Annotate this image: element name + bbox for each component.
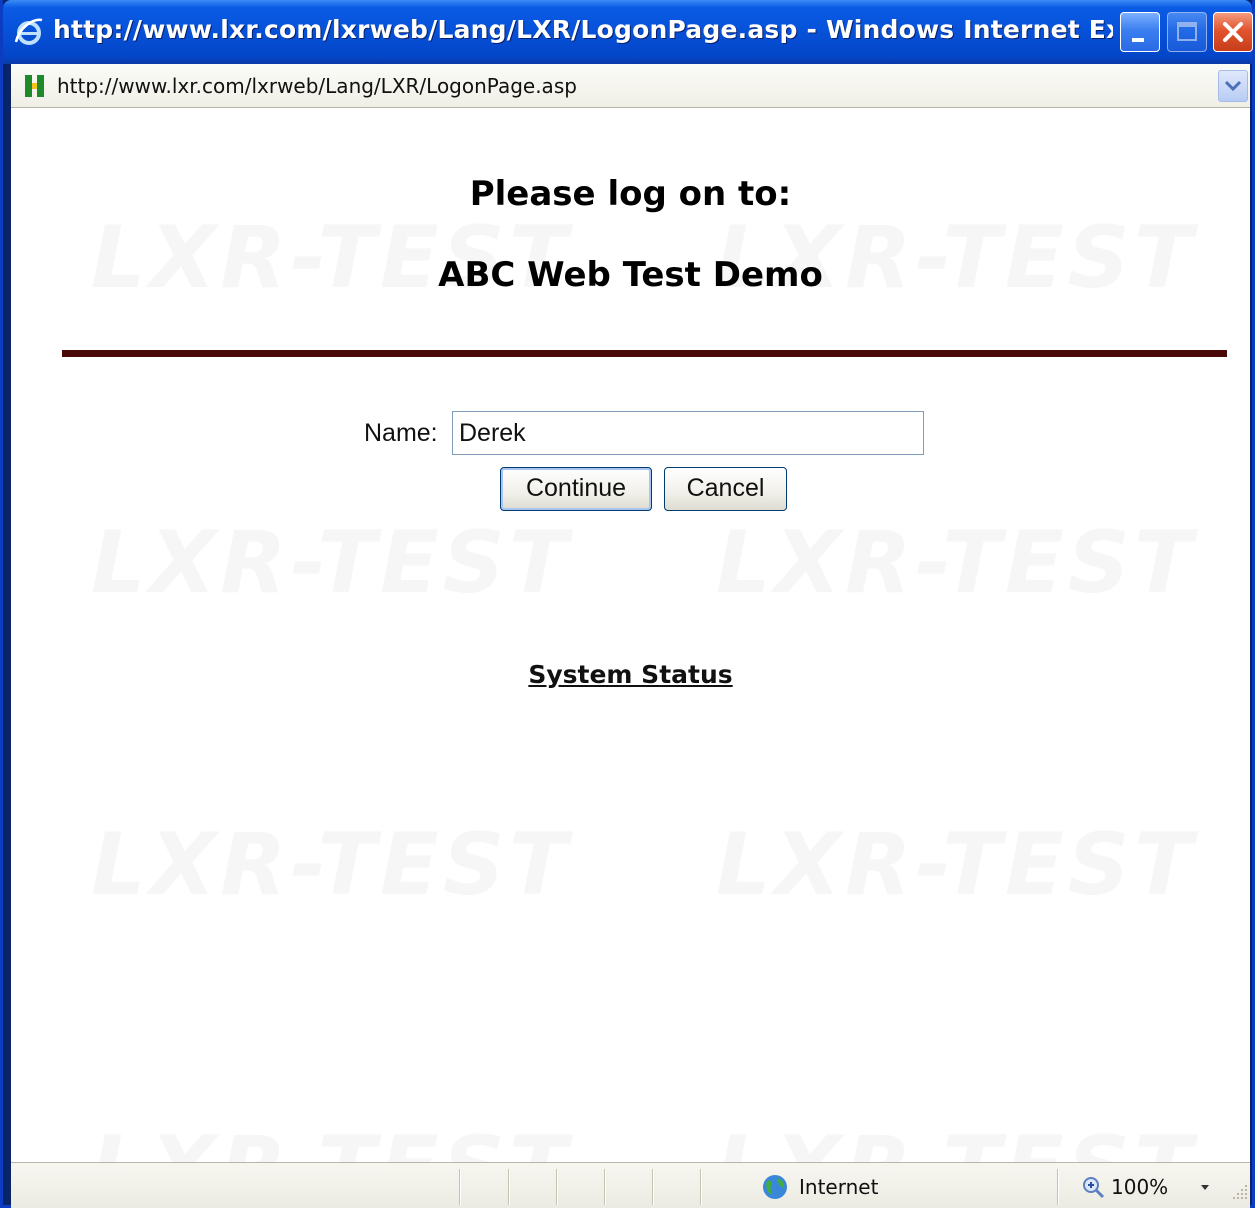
- status-divider: [652, 1169, 654, 1205]
- magnifier-icon: [1083, 1177, 1105, 1199]
- ie-icon: [14, 18, 43, 45]
- chevron-down-icon[interactable]: [1199, 1181, 1211, 1193]
- watermark: LXR-TEST: [91, 1118, 571, 1162]
- watermark: LXR-TEST: [716, 815, 1197, 915]
- watermark: LXR-TEST: [716, 513, 1197, 613]
- minimize-icon: [1132, 38, 1144, 42]
- name-label: Name:: [364, 419, 438, 447]
- watermark: LXR-TEST: [91, 815, 572, 915]
- globe-icon: [763, 1175, 787, 1199]
- window-title: http://www.lxr.com/lxrweb/Lang/LXR/Logon…: [53, 15, 1113, 44]
- address-dropdown-button[interactable]: [1218, 70, 1248, 102]
- page-subtitle: ABC Web Test Demo: [438, 255, 823, 295]
- cancel-button[interactable]: Cancel: [664, 467, 787, 511]
- status-divider: [459, 1169, 461, 1205]
- watermark: LXR-TEST: [91, 513, 572, 613]
- maximize-button[interactable]: [1167, 12, 1207, 52]
- status-bar: Internet 100%: [11, 1162, 1250, 1208]
- resize-grip-icon[interactable]: [1231, 1183, 1249, 1201]
- close-button[interactable]: [1213, 12, 1253, 52]
- continue-button[interactable]: Continue: [500, 467, 652, 511]
- watermark: LXR-TEST: [716, 1118, 1196, 1162]
- close-icon: [1223, 22, 1243, 42]
- minimize-button[interactable]: [1120, 12, 1160, 52]
- address-bar: http://www.lxr.com/lxrweb/Lang/LXR/Logon…: [11, 64, 1250, 108]
- status-divider: [604, 1169, 606, 1205]
- status-divider: [556, 1169, 558, 1205]
- security-zone-label[interactable]: Internet: [799, 1175, 878, 1199]
- title-bar[interactable]: http://www.lxr.com/lxrweb/Lang/LXR/Logon…: [3, 0, 1253, 64]
- status-divider: [508, 1169, 510, 1205]
- url-text[interactable]: http://www.lxr.com/lxrweb/Lang/LXR/Logon…: [57, 74, 577, 98]
- page-title: Please log on to:: [469, 174, 792, 214]
- divider: [62, 350, 1227, 357]
- system-status-link[interactable]: System Status: [11, 660, 1250, 689]
- status-divider: [1057, 1169, 1059, 1205]
- zoom-level[interactable]: 100%: [1111, 1175, 1168, 1199]
- site-favicon-icon: [25, 75, 44, 97]
- page-content: LXR-TEST LXR-TEST LXR-TEST LXR-TEST LXR-…: [11, 108, 1250, 1162]
- browser-window: http://www.lxr.com/lxrweb/Lang/LXR/Logon…: [0, 0, 1255, 1208]
- name-input[interactable]: [452, 411, 924, 455]
- maximize-icon: [1177, 22, 1197, 41]
- chevron-down-icon: [1224, 80, 1242, 92]
- status-divider: [700, 1169, 702, 1205]
